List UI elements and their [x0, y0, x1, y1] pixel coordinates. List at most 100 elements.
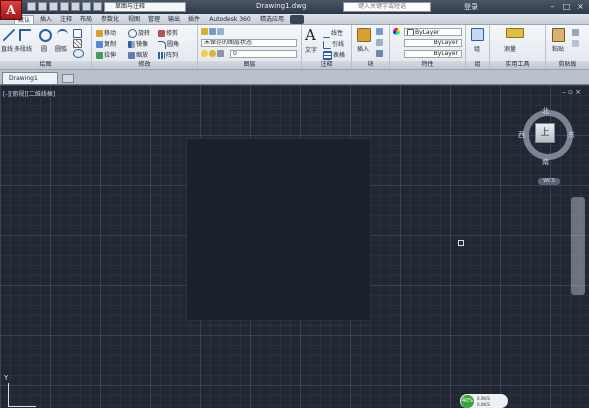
tab-parametric[interactable]: 参数化: [98, 15, 122, 24]
compass-east[interactable]: 东: [568, 130, 575, 140]
line-tool[interactable]: [3, 29, 16, 41]
measure-tool[interactable]: [506, 28, 525, 38]
scale-tool[interactable]: 缩放: [128, 50, 148, 59]
tab-plugins[interactable]: 插件: [186, 15, 202, 24]
copy-label: 复制: [104, 41, 117, 48]
maximize-icon[interactable]: □: [562, 2, 571, 11]
block-panel-title[interactable]: 块: [352, 61, 389, 69]
block-attribute-icon[interactable]: [376, 50, 384, 57]
arc-label: 圆弧: [55, 46, 68, 53]
cut-icon[interactable]: [572, 29, 580, 36]
circle-tool[interactable]: [39, 29, 53, 42]
color-value: ByLayer: [415, 29, 440, 36]
download-speed: 0.0K/S: [477, 402, 490, 407]
color-dropdown[interactable]: ByLayer: [404, 28, 462, 36]
clipboard-panel-title[interactable]: 剪贴板: [546, 61, 589, 69]
tab-autodesk-360[interactable]: Autodesk 360: [206, 15, 254, 24]
redo-icon[interactable]: [93, 2, 102, 11]
tab-featured-apps[interactable]: 精选应用: [258, 15, 286, 24]
save-as-icon[interactable]: [60, 2, 69, 11]
compass-west[interactable]: 西: [518, 130, 525, 140]
undo-icon[interactable]: [82, 2, 91, 11]
tab-manage[interactable]: 管理: [146, 15, 162, 24]
tab-layout[interactable]: 布局: [78, 15, 94, 24]
minimize-icon[interactable]: –: [548, 2, 557, 11]
lineweight-dropdown[interactable]: ByLayer: [404, 50, 462, 58]
text-icon[interactable]: A: [305, 26, 316, 44]
compass-north[interactable]: 北: [542, 106, 549, 116]
arc-tool[interactable]: [57, 29, 69, 40]
fillet-icon: [158, 40, 166, 49]
paste-tool[interactable]: [552, 28, 566, 42]
tab-insert[interactable]: 插入: [38, 15, 54, 24]
network-speed-widget[interactable]: 40% 0.0K/S 0.0K/S: [460, 394, 508, 408]
copy-tool[interactable]: 复制: [96, 39, 116, 48]
rotate-tool[interactable]: 旋转: [128, 28, 150, 38]
modify-panel-title[interactable]: 修改: [92, 61, 197, 69]
layer-state-dropdown[interactable]: 未保存的图层状态: [201, 39, 297, 47]
layers-panel-title[interactable]: 图层: [198, 61, 301, 69]
wcs-menu[interactable]: WCS: [538, 178, 560, 185]
save-icon[interactable]: [49, 2, 58, 11]
ellipse-tool[interactable]: [73, 49, 85, 58]
polyline-tool[interactable]: [19, 29, 32, 41]
open-icon[interactable]: [38, 2, 47, 11]
copy-clip-icon[interactable]: [572, 40, 580, 47]
array-tool[interactable]: 阵列: [158, 50, 178, 59]
utilities-panel-title[interactable]: 实用工具: [490, 61, 545, 69]
mirror-tool[interactable]: 镜像: [128, 39, 148, 48]
layer-dropdown[interactable]: 0: [230, 50, 297, 58]
scale-icon: [128, 52, 135, 59]
trim-icon: [158, 30, 165, 37]
tab-annotate[interactable]: 注释: [58, 15, 74, 24]
fillet-tool[interactable]: 圆角: [158, 39, 179, 49]
login-button[interactable]: 登录: [464, 2, 478, 12]
annotation-panel-title[interactable]: 注释: [302, 61, 351, 69]
tab-view[interactable]: 视图: [126, 15, 142, 24]
hatch-tool[interactable]: [73, 39, 83, 48]
compass-south[interactable]: 南: [542, 157, 549, 167]
file-tab-bar: Drawing1: [0, 70, 589, 85]
panel-groups: 组 组: [466, 25, 490, 69]
linetype-dropdown[interactable]: ByLayer: [404, 39, 462, 47]
ribbon: 直线 多段线 圆 圆弧 绘图 移动 复制 拉伸 旋转 镜像 缩放 修剪 圆角 阵…: [0, 25, 589, 70]
match-properties-icon[interactable]: [393, 28, 401, 35]
create-block-icon[interactable]: [376, 28, 384, 35]
draw-panel-title[interactable]: 绘图: [0, 61, 91, 69]
new-icon[interactable]: [27, 2, 36, 11]
layer-properties-tool[interactable]: [201, 28, 225, 35]
title-bar: A 草图与注释 Drawing1.dwg 键入关键字或短语 登录 – □ ×: [0, 0, 589, 20]
circle-label: 圆: [41, 46, 48, 53]
navigation-bar[interactable]: [571, 197, 585, 295]
group-icon: [471, 28, 484, 41]
rectangle-tool[interactable]: [73, 29, 83, 38]
color-swatch: [407, 29, 414, 35]
viewcube-top-face[interactable]: 上: [535, 123, 555, 143]
group-tool[interactable]: [471, 28, 485, 41]
properties-panel-title[interactable]: 特性: [390, 61, 465, 69]
move-tool[interactable]: 移动: [96, 28, 116, 37]
table-tool[interactable]: 表格: [323, 50, 345, 60]
file-tab-drawing1[interactable]: Drawing1: [2, 72, 58, 84]
groups-panel-title[interactable]: 组: [466, 61, 489, 69]
tab-output[interactable]: 输出: [166, 15, 182, 24]
leader-tool[interactable]: 引线: [323, 39, 344, 49]
trim-tool[interactable]: 修剪: [158, 28, 178, 37]
edit-block-icon[interactable]: [376, 39, 384, 46]
close-icon[interactable]: ×: [576, 2, 585, 11]
new-tab-icon[interactable]: [62, 74, 74, 83]
panel-block: 插入 块: [352, 25, 390, 69]
application-menu-button[interactable]: A: [0, 0, 22, 20]
viewport-window-controls[interactable]: – ▫ ×: [562, 88, 581, 96]
drawing-canvas[interactable]: [-][俯视][二维线框] – ▫ × 上 北 南 东 西 WCS Y 40% …: [0, 85, 589, 408]
search-input[interactable]: 键入关键字或短语: [343, 2, 431, 12]
viewport-controls-label[interactable]: [-][俯视][二维线框]: [3, 89, 55, 98]
insert-block-tool[interactable]: [357, 28, 372, 42]
mirror-label: 镜像: [136, 41, 149, 48]
plot-icon[interactable]: [71, 2, 80, 11]
ribbon-toggle-icon[interactable]: [290, 15, 304, 24]
linear-dim-tool[interactable]: 线性: [323, 28, 343, 38]
workspace-dropdown[interactable]: 草图与注释: [104, 2, 186, 12]
stretch-tool[interactable]: 拉伸: [96, 50, 116, 59]
move-icon: [96, 30, 103, 37]
